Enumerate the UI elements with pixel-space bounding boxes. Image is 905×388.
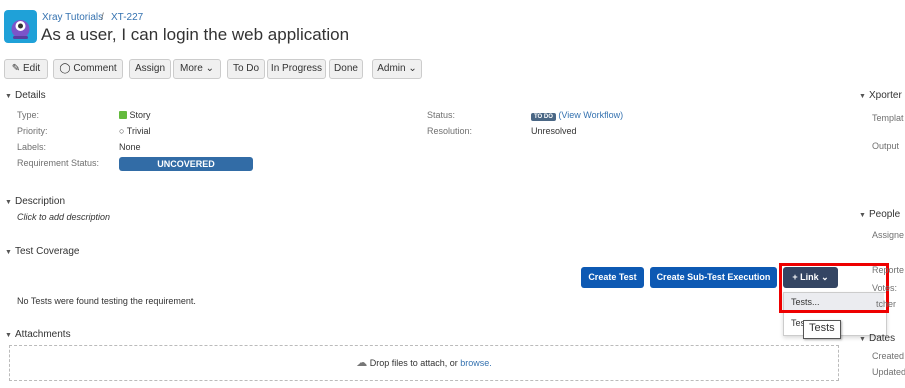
no-tests-message: No Tests were found testing the requirem… — [17, 296, 196, 306]
admin-button[interactable]: Admin ⌄ — [372, 59, 422, 79]
trivial-priority-icon: ○ — [119, 126, 125, 136]
pencil-icon: ✎ — [11, 63, 21, 74]
description-field[interactable]: Click to add description — [17, 212, 110, 222]
xporter-output-label: Output — [872, 141, 900, 151]
people-toggle[interactable]: ▼ People — [859, 209, 900, 220]
assignee-label: Assigne — [872, 230, 905, 240]
comment-icon: ◯ — [59, 63, 71, 74]
breadcrumb-separator: / — [101, 12, 104, 23]
labels-label: Labels: — [17, 142, 47, 152]
cloud-upload-icon: ☁ — [356, 357, 368, 369]
chevron-down-icon: ▼ — [859, 93, 866, 100]
chevron-down-icon: ▼ — [5, 332, 12, 339]
view-workflow-link[interactable]: (View Workflow) — [558, 110, 623, 120]
resolution-label: Resolution: — [427, 126, 473, 136]
votes-label: Votes: — [872, 283, 898, 293]
chevron-down-icon: ⌄ — [205, 63, 214, 74]
priority-value[interactable]: ○ Trivial — [119, 126, 150, 136]
dates-toggle[interactable]: ▼ Dates — [859, 333, 895, 344]
status-badge: TO DO — [531, 113, 556, 121]
requirement-status-badge: UNCOVERED — [119, 157, 253, 171]
labels-value[interactable]: None — [119, 142, 141, 152]
watchers-label: tcher — [876, 299, 897, 309]
chevron-down-icon: ▼ — [5, 249, 12, 256]
tooltip: Tests — [803, 320, 841, 339]
chevron-down-icon: ▼ — [859, 336, 866, 343]
created-label: Created — [872, 351, 905, 361]
updated-label: Updated — [872, 367, 905, 377]
status-label: Status: — [427, 110, 456, 120]
description-toggle[interactable]: ▼ Description — [5, 196, 65, 207]
details-toggle[interactable]: ▼ Details — [5, 90, 46, 101]
reporter-label: Reporte — [872, 265, 905, 275]
xporter-toggle[interactable]: ▼ Xporter — [859, 90, 902, 101]
type-value[interactable]: Story — [119, 110, 151, 120]
attachments-toggle[interactable]: ▼ Attachments — [5, 329, 71, 340]
type-label: Type: — [17, 110, 40, 120]
todo-button[interactable]: To Do — [227, 59, 265, 79]
project-avatar-icon — [11, 20, 30, 39]
chevron-down-icon: ⌄ — [408, 63, 417, 74]
project-avatar[interactable] — [4, 10, 37, 43]
status-value: TO DO (View Workflow) — [531, 110, 623, 121]
story-icon — [119, 111, 127, 119]
chevron-down-icon: ▼ — [859, 212, 866, 219]
xporter-template-label: Templat — [872, 113, 904, 123]
page-title: As a user, I can login the web applicati… — [41, 25, 350, 44]
browse-link[interactable]: browse. — [460, 358, 492, 368]
priority-label: Priority: — [17, 126, 48, 136]
done-button[interactable]: Done — [329, 59, 363, 79]
test-coverage-toggle[interactable]: ▼ Test Coverage — [5, 246, 79, 257]
create-test-button[interactable]: Create Test — [581, 267, 644, 288]
resolution-value: Unresolved — [531, 126, 577, 136]
requirement-status-label: Requirement Status: — [17, 158, 100, 168]
chevron-down-icon: ▼ — [5, 199, 12, 206]
breadcrumb-project[interactable]: Xray Tutorials — [42, 12, 103, 23]
create-sub-test-execution-button[interactable]: Create Sub-Test Execution — [650, 267, 777, 288]
in-progress-button[interactable]: In Progress — [267, 59, 326, 79]
attachment-dropzone[interactable]: ☁ Drop files to attach, or browse. — [9, 345, 839, 381]
comment-button[interactable]: ◯ Comment — [53, 59, 123, 79]
edit-button[interactable]: ✎ Edit — [4, 59, 48, 79]
chevron-down-icon: ▼ — [5, 93, 12, 100]
assign-button[interactable]: Assign — [129, 59, 171, 79]
breadcrumb-issue-key[interactable]: XT-227 — [111, 12, 143, 23]
more-button[interactable]: More ⌄ — [173, 59, 221, 79]
